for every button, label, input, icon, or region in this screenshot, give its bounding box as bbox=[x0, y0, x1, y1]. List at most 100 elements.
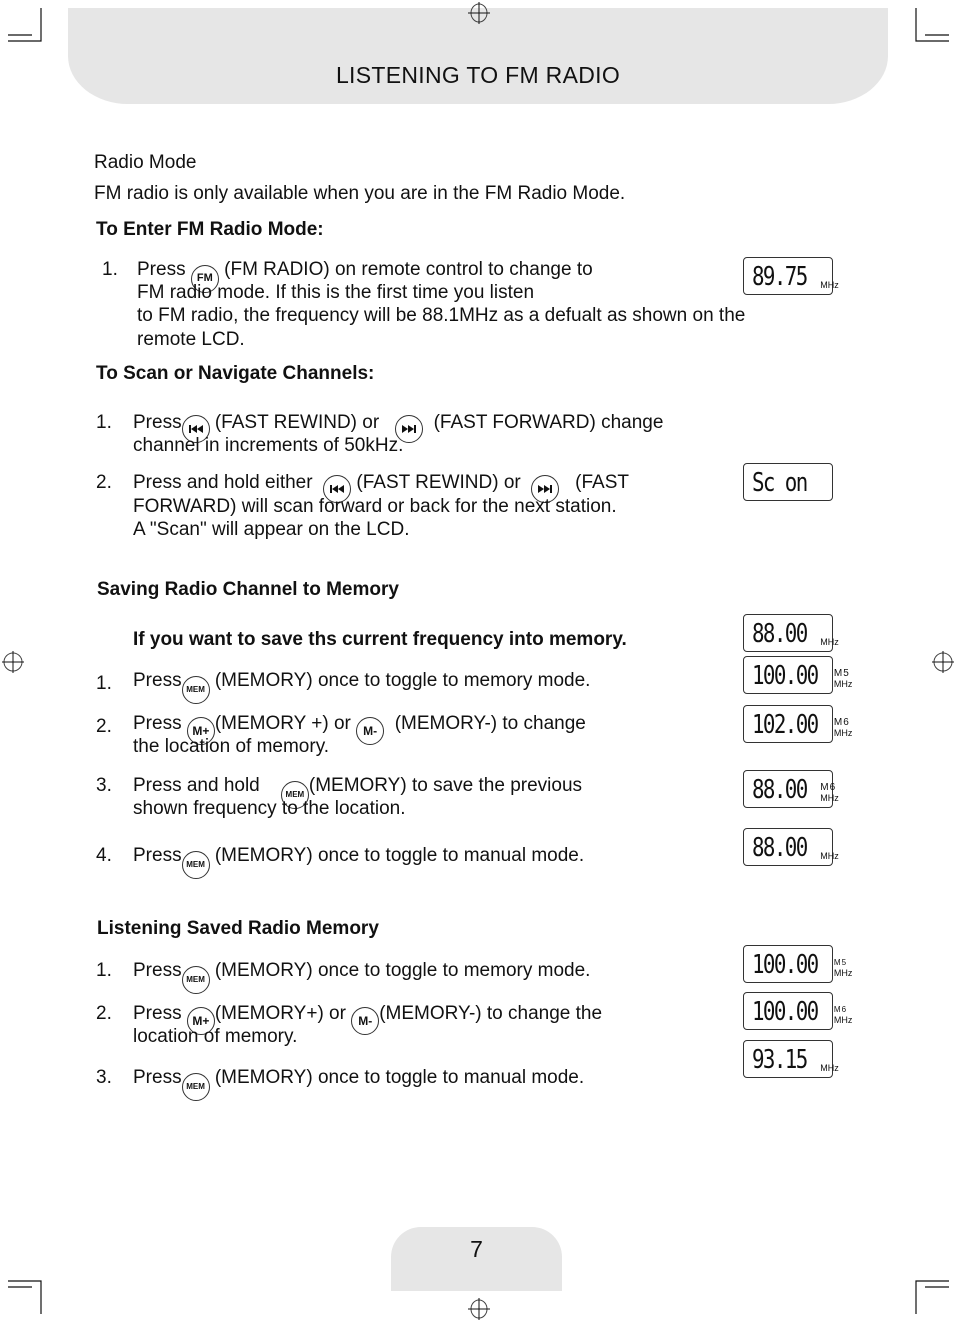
registration-mark-icon bbox=[468, 1298, 490, 1320]
step-text: (MEMORY-) to change bbox=[394, 713, 586, 734]
enter-fm-mode-heading: To Enter FM Radio Mode: bbox=[96, 219, 324, 240]
lcd-unit: MHz bbox=[833, 1015, 853, 1025]
step-text: (FAST bbox=[575, 472, 629, 493]
step-text: Press bbox=[133, 845, 182, 866]
saving-step-1: 1. Press MEM (MEMORY) once to toggle to me… bbox=[96, 669, 590, 704]
scan-step-2-line2: FORWARD) will scan forward or back for t… bbox=[133, 496, 617, 517]
radio-mode-heading: Radio Mode bbox=[94, 152, 197, 173]
lcd-memory-slot: M5 bbox=[833, 668, 850, 679]
lcd-unit: MHz bbox=[820, 851, 839, 861]
lcd-memory-slot: M5 bbox=[833, 958, 848, 967]
step-number: 3. bbox=[96, 775, 112, 796]
scan-step-2-line3: A "Scan" will appear on the LCD. bbox=[133, 519, 410, 540]
lcd-unit: MHz bbox=[820, 637, 839, 647]
step-text: (MEMORY+) or bbox=[214, 1003, 346, 1024]
memory-button-icon: MEM bbox=[181, 966, 210, 994]
step-text: (MEMORY) once to toggle to manual mode. bbox=[214, 1067, 585, 1088]
step-text: Press and hold either bbox=[133, 472, 313, 493]
memory-button-icon: MEM bbox=[181, 1073, 210, 1101]
memory-minus-button-icon: M- bbox=[356, 717, 385, 745]
step-number: 2. bbox=[96, 716, 112, 737]
listening-step-1: 1. Press MEM (MEMORY) once to toggle to me… bbox=[96, 959, 590, 994]
memory-button-icon: MEM bbox=[181, 851, 210, 879]
lcd-memory-slot: M6 bbox=[820, 782, 837, 793]
lcd-display: 89.75 MHz bbox=[743, 257, 839, 295]
memory-button-icon: MEM bbox=[181, 676, 210, 704]
lcd-scan-text: Sc on bbox=[752, 468, 808, 498]
crop-mark-icon bbox=[8, 1280, 42, 1314]
lcd-memory-slot: M6 bbox=[833, 1005, 848, 1014]
step-text: Press bbox=[133, 1067, 182, 1088]
lcd-memory-slot: M6 bbox=[833, 717, 850, 728]
step-text: Press bbox=[133, 713, 182, 734]
saving-step-4: 4. Press MEM (MEMORY) once to toggle to ma… bbox=[96, 844, 584, 879]
step-text: (FAST REWIND) or bbox=[356, 472, 521, 493]
registration-mark-icon bbox=[468, 2, 490, 24]
saving-step-2-line2: the location of memory. bbox=[133, 736, 330, 757]
crop-mark-icon bbox=[8, 8, 42, 42]
lcd-frequency: 93.15 bbox=[752, 1045, 808, 1075]
saving-step-3-line2: shown frequency to the location. bbox=[133, 798, 406, 819]
step-text: Press and hold bbox=[133, 775, 260, 796]
registration-mark-icon bbox=[2, 651, 24, 673]
listening-step-3: 3. Press MEM (MEMORY) once to toggle to ma… bbox=[96, 1066, 584, 1101]
lcd-display: 100.00 M6 MHz bbox=[743, 992, 852, 1030]
page-title: LISTENING TO FM RADIO bbox=[335, 62, 621, 88]
lcd-unit: MHz bbox=[833, 679, 853, 689]
lcd-frequency: 89.75 bbox=[752, 262, 808, 292]
listening-step-2-line2: location of memory. bbox=[133, 1026, 298, 1047]
step-text: Press bbox=[137, 259, 186, 280]
lcd-unit: MHz bbox=[820, 793, 839, 803]
lcd-frequency: 88.00 bbox=[752, 833, 808, 863]
step-text: (FM RADIO) on remote control to change t… bbox=[224, 259, 593, 280]
memory-minus-button-icon: M- bbox=[351, 1007, 380, 1035]
saving-memory-heading: Saving Radio Channel to Memory bbox=[97, 579, 399, 600]
lcd-frequency: 88.00 bbox=[752, 775, 808, 805]
scan-step-1-line2: channel in increments of 50kHz. bbox=[133, 435, 404, 456]
fm-availability-note: FM radio is only available when you are … bbox=[94, 183, 626, 204]
step-text: (FAST REWIND) or bbox=[214, 412, 380, 433]
step-text: Press bbox=[133, 412, 182, 433]
step-text: Press bbox=[133, 960, 182, 981]
step-number: 1. bbox=[96, 960, 112, 981]
step-text: Press bbox=[133, 670, 182, 691]
step-number: 1. bbox=[102, 259, 118, 280]
crop-mark-icon bbox=[915, 8, 949, 42]
lcd-frequency: 88.00 bbox=[752, 619, 808, 649]
lcd-unit: MHz bbox=[820, 1063, 839, 1073]
step-number: 1. bbox=[96, 412, 112, 433]
lcd-unit: MHz bbox=[820, 280, 839, 290]
lcd-display: 93.15 MHz bbox=[743, 1040, 839, 1078]
scan-channels-heading: To Scan or Navigate Channels: bbox=[96, 363, 375, 384]
step-text: (MEMORY) once to toggle to memory mode. bbox=[214, 960, 591, 981]
registration-mark-icon bbox=[932, 651, 954, 673]
lcd-frequency: 102.00 bbox=[752, 710, 819, 740]
step-text: (MEMORY) once to toggle to manual mode. bbox=[214, 845, 585, 866]
lcd-display: Sc on bbox=[743, 463, 833, 501]
enter-step-1-line4: remote LCD. bbox=[137, 329, 245, 350]
lcd-frequency: 100.00 bbox=[752, 661, 819, 691]
crop-mark-icon bbox=[915, 1280, 949, 1314]
listening-memory-heading: Listening Saved Radio Memory bbox=[97, 918, 379, 939]
lcd-display: 88.00 M6 MHz bbox=[743, 770, 839, 808]
lcd-frequency: 100.00 bbox=[752, 950, 819, 980]
page-number: 7 bbox=[470, 1236, 483, 1262]
step-number: 1. bbox=[96, 673, 112, 694]
step-number: 2. bbox=[96, 472, 112, 493]
lcd-display: 100.00 M5 MHz bbox=[743, 656, 852, 694]
saving-memory-subheading: If you want to save ths current frequenc… bbox=[133, 629, 627, 650]
step-text: (MEMORY +) or bbox=[214, 713, 351, 734]
step-text: (MEMORY) to save the previous bbox=[308, 775, 583, 796]
step-number: 4. bbox=[96, 845, 112, 866]
step-text: (MEMORY) once to toggle to memory mode. bbox=[214, 670, 591, 691]
lcd-unit: MHz bbox=[833, 968, 853, 978]
lcd-unit: MHz bbox=[833, 728, 853, 738]
step-number: 3. bbox=[96, 1067, 112, 1088]
lcd-frequency: 100.00 bbox=[752, 997, 819, 1027]
step-text: Press bbox=[133, 1003, 182, 1024]
enter-step-1-line2: FM radio mode. If this is the first time… bbox=[137, 282, 535, 303]
lcd-display: 100.00 M5 MHz bbox=[743, 945, 852, 983]
lcd-display: 88.00 MHz bbox=[743, 614, 839, 652]
lcd-display: 102.00 M6 MHz bbox=[743, 705, 852, 743]
enter-step-1-line3: to FM radio, the frequency will be 88.1M… bbox=[137, 305, 746, 326]
